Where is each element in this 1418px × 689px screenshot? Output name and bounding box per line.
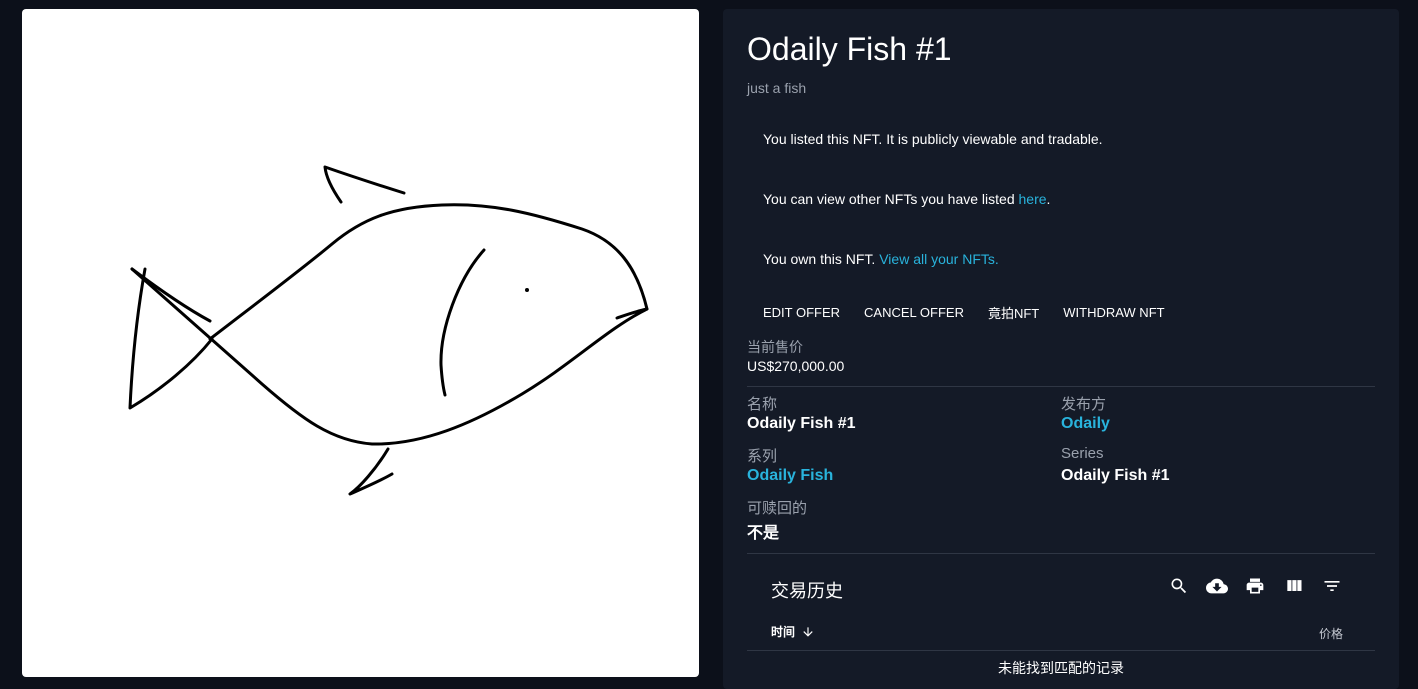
divider xyxy=(747,553,1375,554)
redeemable-label: 可赎回的 xyxy=(747,500,808,517)
column-header-price[interactable]: 价格 xyxy=(1319,625,1343,642)
price-label: 当前售价 xyxy=(747,339,803,355)
publisher-link[interactable]: Odaily xyxy=(1061,415,1110,433)
withdraw-nft-button[interactable]: WITHDRAW NFT xyxy=(1063,303,1164,322)
name-value: Odaily Fish #1 xyxy=(747,415,856,432)
transaction-history-title: 交易历史 xyxy=(771,581,843,601)
nft-details-panel: Odaily Fish #1 just a fish You listed th… xyxy=(723,9,1399,689)
view-listed-suffix: . xyxy=(1046,191,1051,207)
cloud-download-icon[interactable] xyxy=(1206,575,1228,597)
series-value: Odaily Fish #1 xyxy=(1061,467,1170,484)
series-cn-link[interactable]: Odaily Fish xyxy=(747,467,833,485)
divider xyxy=(747,650,1375,651)
view-all-nfts-link[interactable]: View all your NFTs. xyxy=(879,251,999,267)
publisher-label: 发布方 xyxy=(1061,396,1107,413)
no-records-message: 未能找到匹配的记录 xyxy=(998,660,1124,676)
name-label: 名称 xyxy=(747,396,778,413)
series-label: Series xyxy=(1061,445,1104,462)
ownership-notice: You own this NFT. View all your NFTs. xyxy=(763,251,999,267)
filter-list-icon[interactable] xyxy=(1321,575,1343,597)
redeemable-value: 不是 xyxy=(747,525,780,542)
series-cn-label: 系列 xyxy=(747,448,778,465)
nft-image xyxy=(22,9,699,677)
view-column-icon[interactable] xyxy=(1283,575,1305,597)
print-icon[interactable] xyxy=(1244,575,1266,597)
price-value: US$270,000.00 xyxy=(747,358,845,374)
action-bar: EDIT OFFER CANCEL OFFER 竟拍NFT WITHDRAW N… xyxy=(763,303,1165,322)
view-listed-notice: You can view other NFTs you have listed … xyxy=(763,191,1050,207)
divider xyxy=(747,386,1375,387)
listed-notice: You listed this NFT. It is publicly view… xyxy=(763,131,1103,147)
fish-drawing xyxy=(128,165,649,496)
edit-offer-button[interactable]: EDIT OFFER xyxy=(763,303,840,322)
ownership-text: You own this NFT. xyxy=(763,251,880,267)
auction-nft-button[interactable]: 竟拍NFT xyxy=(988,303,1039,322)
view-listed-text: You can view other NFTs you have listed xyxy=(763,191,1019,207)
column-header-time[interactable]: 时间 xyxy=(771,623,795,640)
nft-title: Odaily Fish #1 xyxy=(747,31,952,67)
cancel-offer-button[interactable]: CANCEL OFFER xyxy=(864,303,964,322)
search-icon[interactable] xyxy=(1168,575,1190,597)
arrow-down-icon[interactable] xyxy=(801,625,815,639)
nft-description: just a fish xyxy=(747,80,807,96)
view-listed-link[interactable]: here xyxy=(1019,191,1047,207)
